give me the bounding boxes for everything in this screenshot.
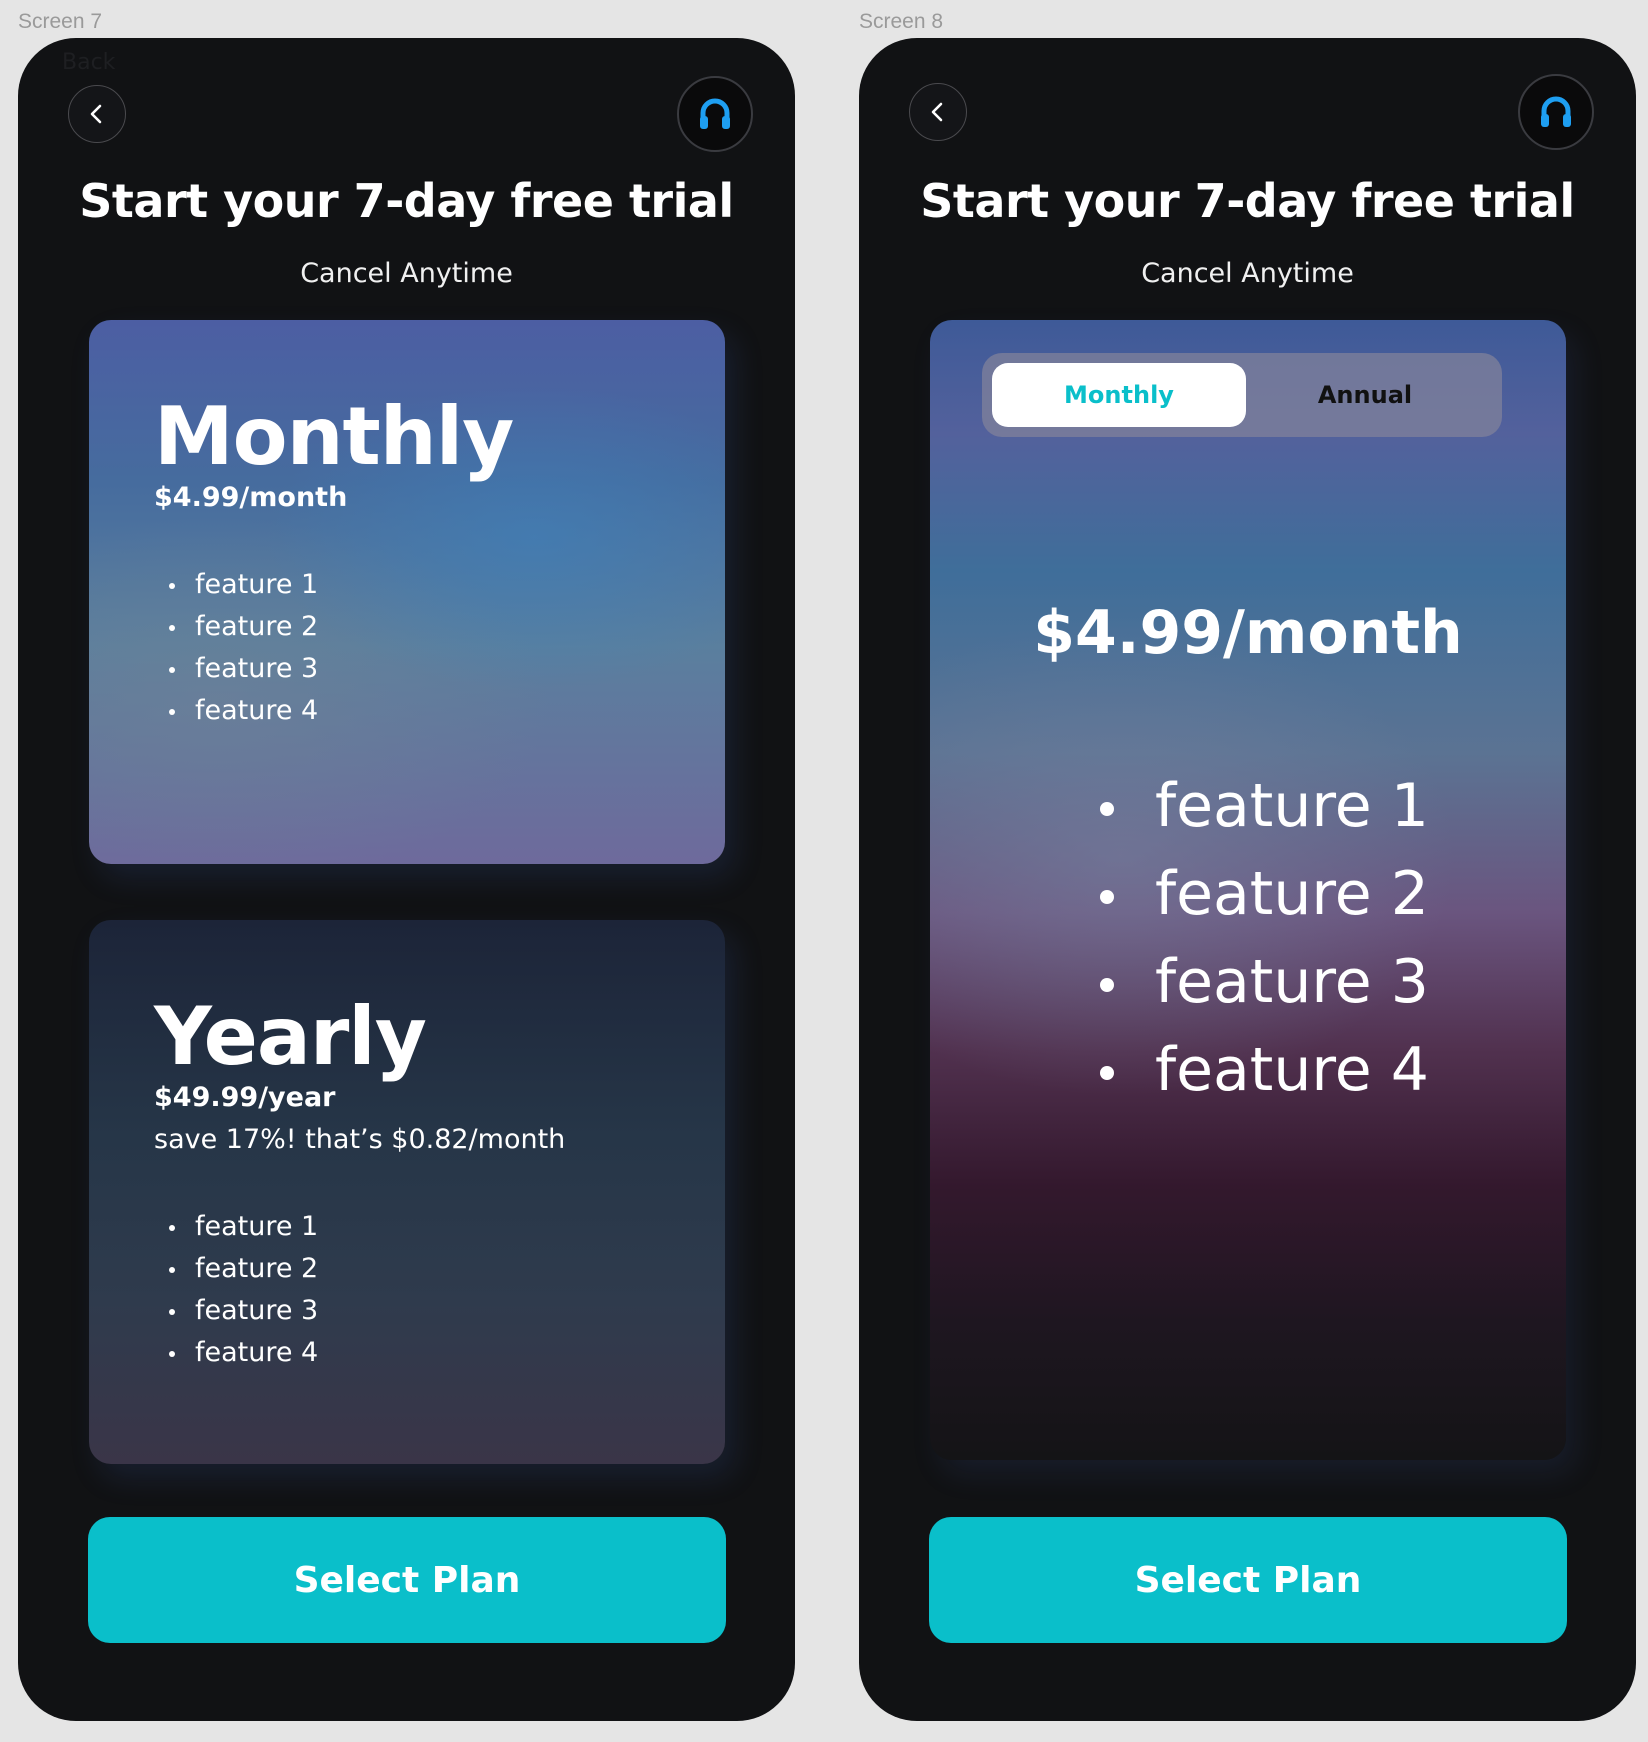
- back-button[interactable]: [909, 83, 967, 141]
- plan-name: Monthly: [154, 390, 514, 483]
- feature-list: feature 1 feature 2 feature 3 feature 4: [169, 564, 318, 732]
- plan-card: Monthly Annual $4.99/month feature 1 fea…: [930, 320, 1566, 1460]
- feature-list: feature 1 feature 2 feature 3 feature 4: [1100, 762, 1429, 1114]
- frame-label-screen-7: Screen 7: [18, 10, 103, 33]
- chevron-left-icon: [90, 104, 102, 124]
- frame-label-screen-8: Screen 8: [859, 10, 944, 33]
- ghost-back-label: Back: [62, 50, 116, 75]
- plan-price: $4.99/month: [1033, 598, 1463, 668]
- toggle-annual[interactable]: Annual: [1238, 363, 1492, 427]
- select-plan-button[interactable]: Select Plan: [88, 1517, 726, 1643]
- list-item: feature 3: [1100, 938, 1429, 1026]
- select-plan-button[interactable]: Select Plan: [929, 1517, 1567, 1643]
- list-item: feature 4: [1100, 1026, 1429, 1114]
- screen-8-phone: Start your 7-day free trial Cancel Anyti…: [859, 38, 1636, 1721]
- page-title: Start your 7-day free trial: [79, 174, 734, 228]
- list-item: feature 2: [1100, 850, 1429, 938]
- help-button[interactable]: [1518, 74, 1594, 150]
- feature-list: feature 1 feature 2 feature 3 feature 4: [169, 1206, 318, 1374]
- list-item: feature 1: [1100, 762, 1429, 850]
- list-item: feature 1: [169, 564, 318, 606]
- list-item: feature 2: [169, 606, 318, 648]
- plan-savings: save 17%! that’s $0.82/month: [154, 1124, 566, 1155]
- chevron-left-icon: [931, 102, 943, 122]
- billing-period-toggle: Monthly Annual: [982, 353, 1502, 437]
- page-subtitle: Cancel Anytime: [300, 258, 513, 289]
- plan-price: $49.99/year: [154, 1082, 336, 1113]
- list-item: feature 2: [169, 1248, 318, 1290]
- list-item: feature 3: [169, 648, 318, 690]
- page-subtitle: Cancel Anytime: [1141, 258, 1354, 289]
- back-button[interactable]: [68, 85, 126, 143]
- list-item: feature 1: [169, 1206, 318, 1248]
- list-item: feature 4: [169, 690, 318, 732]
- help-button[interactable]: [677, 76, 753, 152]
- headset-icon: [1541, 96, 1571, 127]
- plan-card-monthly[interactable]: Monthly $4.99/month feature 1 feature 2 …: [89, 320, 725, 864]
- plan-price: $4.99/month: [154, 482, 348, 513]
- screen-7-phone: Back Start your 7-day free trial Cancel …: [18, 38, 795, 1721]
- plan-name: Yearly: [154, 990, 427, 1083]
- headset-icon: [700, 98, 730, 129]
- plan-card-yearly[interactable]: Yearly $49.99/year save 17%! that’s $0.8…: [89, 920, 725, 1464]
- toggle-monthly[interactable]: Monthly: [992, 363, 1246, 427]
- page-title: Start your 7-day free trial: [920, 174, 1575, 228]
- list-item: feature 4: [169, 1332, 318, 1374]
- list-item: feature 3: [169, 1290, 318, 1332]
